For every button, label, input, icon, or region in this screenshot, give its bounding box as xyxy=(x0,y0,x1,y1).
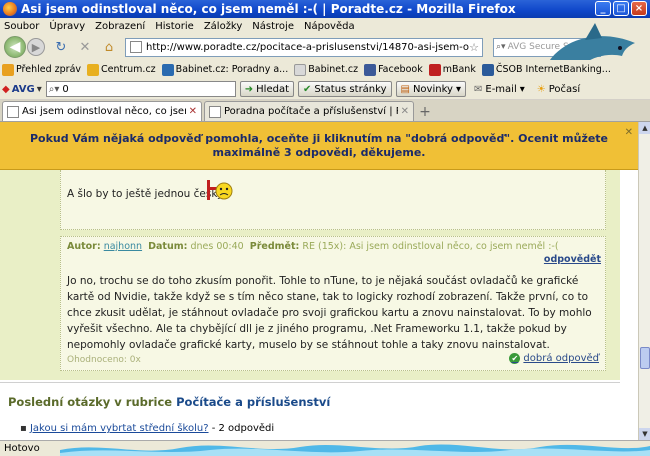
check-icon: ✔ xyxy=(303,83,312,95)
arrow-right-icon: ➜ xyxy=(244,83,254,95)
question-link[interactable]: Jakou si mám vybrtat střední školu? xyxy=(30,423,209,434)
post-body: Jo no, trochu se do toho zkusím ponořit.… xyxy=(67,275,592,351)
vertical-scrollbar[interactable]: ▲ ▼ xyxy=(638,122,650,440)
bookmark-item[interactable]: Centrum.cz xyxy=(87,63,156,76)
menu-file[interactable]: Soubor xyxy=(4,21,39,32)
close-notice-icon[interactable]: ✕ xyxy=(625,126,633,140)
news-button[interactable]: ▤ Novinky ▾ xyxy=(395,81,466,97)
avg-logo[interactable]: ◆ AVG ▾ xyxy=(2,84,42,95)
page-content: Pokud Vám nějaká odpověď pomohla, oceňte… xyxy=(0,122,638,440)
minimize-button[interactable]: _ xyxy=(595,1,611,16)
close-tab-icon[interactable]: ✕ xyxy=(401,106,409,117)
category-link[interactable]: Počítače a příslušenství xyxy=(176,395,330,409)
page-icon xyxy=(294,63,307,76)
bookmark-item[interactable]: Babinet.cz xyxy=(294,63,358,76)
thread: A šlo by to ještě jednou česky? Autor: n… xyxy=(0,170,638,440)
title-bar: Asi jsem odinstloval něco, co jsem neměl… xyxy=(0,0,650,18)
mbank-icon xyxy=(428,63,441,76)
bookmark-star-icon[interactable]: ☆ xyxy=(469,41,479,54)
tab-category[interactable]: Poradna počítače a příslušenství | Pora.… xyxy=(204,101,414,121)
reload-icon[interactable]: ↻ xyxy=(53,39,69,55)
check-circle-icon: ✔ xyxy=(509,353,521,364)
centrum-icon xyxy=(87,63,100,76)
search-engine-icon[interactable]: ⌕▾ xyxy=(496,42,506,52)
section-title: Poslední otázky v rubrice Počítače a pří… xyxy=(8,395,331,409)
weather-button[interactable]: ☀ Počasí xyxy=(533,81,584,97)
back-button[interactable]: ◀ xyxy=(4,36,26,58)
csob-icon xyxy=(481,63,494,76)
tab-question[interactable]: Asi jsem odinstloval něco, co jsem ... ✕ xyxy=(2,101,202,121)
post-header: Autor: najhonn Datum: dnes 00:40 Předmět… xyxy=(67,241,559,252)
list-item: Jakou si mám vybrtat střední školu? - 2 … xyxy=(20,423,274,434)
good-answer-button[interactable]: ✔ dobrá odpověď xyxy=(509,353,599,364)
rating-notice: Pokud Vám nějaká odpověď pomohla, oceňte… xyxy=(0,122,638,170)
new-tab-button[interactable]: + xyxy=(416,103,434,121)
menu-help[interactable]: Nápověda xyxy=(304,21,355,32)
page-icon xyxy=(209,105,221,118)
answer-post: Autor: najhonn Datum: dnes 00:40 Předmět… xyxy=(60,236,606,371)
facebook-icon xyxy=(364,63,377,76)
avg-toolbar: ◆ AVG ▾ ⌕▾ 0 ➜ Hledat ✔ Status stránky ▤ Nov… xyxy=(0,79,650,99)
post-date: dnes 00:40 xyxy=(190,241,244,252)
menu-edit[interactable]: Úpravy xyxy=(49,21,85,32)
close-tab-icon[interactable]: ✕ xyxy=(189,106,197,117)
bookmarks-bar: Přehled zpráv Centrum.cz Babinet.cz: Por… xyxy=(0,60,650,79)
news-icon: ▤ xyxy=(400,83,410,95)
page-status-button[interactable]: ✔ Status stránky xyxy=(298,81,392,97)
firefox-icon xyxy=(3,2,17,16)
babinet-icon xyxy=(161,63,174,76)
confused-smiley-icon xyxy=(207,180,233,200)
question-list: Jakou si mám vybrtat střední školu? - 2 … xyxy=(20,423,274,434)
bookmark-item[interactable]: mBank xyxy=(428,63,476,76)
author-link[interactable]: najhonn xyxy=(104,241,142,252)
menu-view[interactable]: Zobrazení xyxy=(95,21,145,32)
email-icon: ✉ xyxy=(473,83,483,95)
window-title: Asi jsem odinstloval něco, co jsem neměl… xyxy=(21,2,516,16)
bookmark-item[interactable]: Facebook xyxy=(364,63,423,76)
menu-tools[interactable]: Nástroje xyxy=(252,21,294,32)
bookmark-item[interactable]: Babinet.cz: Poradny a... xyxy=(161,63,288,76)
menu-history[interactable]: Historie xyxy=(155,21,194,32)
post-rating: Ohodnoceno: 0x xyxy=(67,355,141,365)
status-text: Hotovo xyxy=(4,443,40,454)
reply-link[interactable]: odpovědět xyxy=(544,254,601,265)
scroll-thumb[interactable] xyxy=(640,347,650,369)
avg-search-input[interactable]: ⌕▾ 0 xyxy=(45,81,236,97)
site-favicon xyxy=(130,41,142,53)
email-button[interactable]: ✉ E-mail ▾ xyxy=(470,81,529,97)
bookmark-item[interactable]: ČSOB InternetBanking... xyxy=(481,63,611,76)
close-button[interactable]: × xyxy=(631,1,647,16)
notice-text: Pokud Vám nějaká odpověď pomohla, oceňte… xyxy=(29,132,609,159)
menu-bookmarks[interactable]: Záložky xyxy=(204,21,242,32)
avg-find-button[interactable]: ➜ Hledat xyxy=(239,81,294,97)
post-text: A šlo by to ještě jednou česky? xyxy=(67,188,229,200)
maximize-button[interactable]: □ xyxy=(613,1,629,16)
sun-icon: ☀ xyxy=(536,83,546,95)
page-icon xyxy=(7,105,19,118)
previous-post: A šlo by to ještě jednou česky? xyxy=(60,170,606,230)
post-subject: RE (15x): Asi jsem odinstloval něco, co … xyxy=(302,241,559,252)
url-text: http://www.poradte.cz/pocitace-a-prislus… xyxy=(146,41,470,53)
stop-icon[interactable]: ✕ xyxy=(77,39,93,55)
bookmark-item[interactable]: Přehled zpráv xyxy=(2,63,81,76)
search-icon: ⌕▾ xyxy=(48,83,60,95)
rss-icon xyxy=(2,63,14,76)
home-icon[interactable]: ⌂ xyxy=(101,39,117,55)
forward-button[interactable]: ▶ xyxy=(27,38,45,56)
scroll-down-icon[interactable]: ▼ xyxy=(639,428,650,440)
tab-bar: Asi jsem odinstloval něco, co jsem ... ✕… xyxy=(0,100,650,122)
scroll-up-icon[interactable]: ▲ xyxy=(639,122,650,134)
avg-logo-icon: ◆ xyxy=(2,83,10,95)
url-bar[interactable]: http://www.poradte.cz/pocitace-a-prislus… xyxy=(125,37,483,57)
wave-theme-image xyxy=(60,444,650,456)
latest-questions: Poslední otázky v rubrice Počítače a pří… xyxy=(0,382,620,440)
